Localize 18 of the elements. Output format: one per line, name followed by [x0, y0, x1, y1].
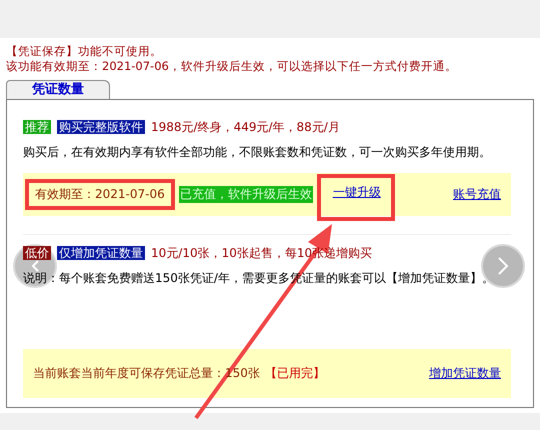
chevron-right-icon [497, 257, 509, 275]
link[interactable]: 一键升级 [332, 184, 381, 201]
link[interactable]: 账号充值 [453, 186, 501, 203]
previous-button[interactable] [13, 244, 57, 288]
badge: 低价 [23, 246, 51, 260]
tab[interactable]: 凭证数量 [6, 80, 110, 99]
status-text: 已充值，软件升级后生效 [178, 186, 313, 203]
bar-text: 有效期至：2021-07-06 [35, 186, 165, 203]
notice-text: 该功能有效期至：2021-07-06，软件升级后生效，可以选择以下任一方式付费开通。 [6, 59, 458, 74]
chevron-left-icon [31, 260, 39, 272]
description-text: 购买后，在有效期内享有软件全部功能，不限账套数和凭证数，可一次购买多年使用期。 [23, 145, 491, 159]
link[interactable]: 增加凭证数量 [429, 365, 501, 382]
price-text: 1988元/终身，449元/年，88元/月 [151, 118, 340, 136]
notice-text: 【凭证保存】功能不可使用。 [6, 44, 163, 59]
product-title: 购买完整版软件 [57, 120, 145, 134]
product-title: 仅增加凭证数量 [57, 246, 145, 260]
status-text: 【已用完】 [264, 365, 326, 382]
badge: 推荐 [23, 120, 51, 134]
